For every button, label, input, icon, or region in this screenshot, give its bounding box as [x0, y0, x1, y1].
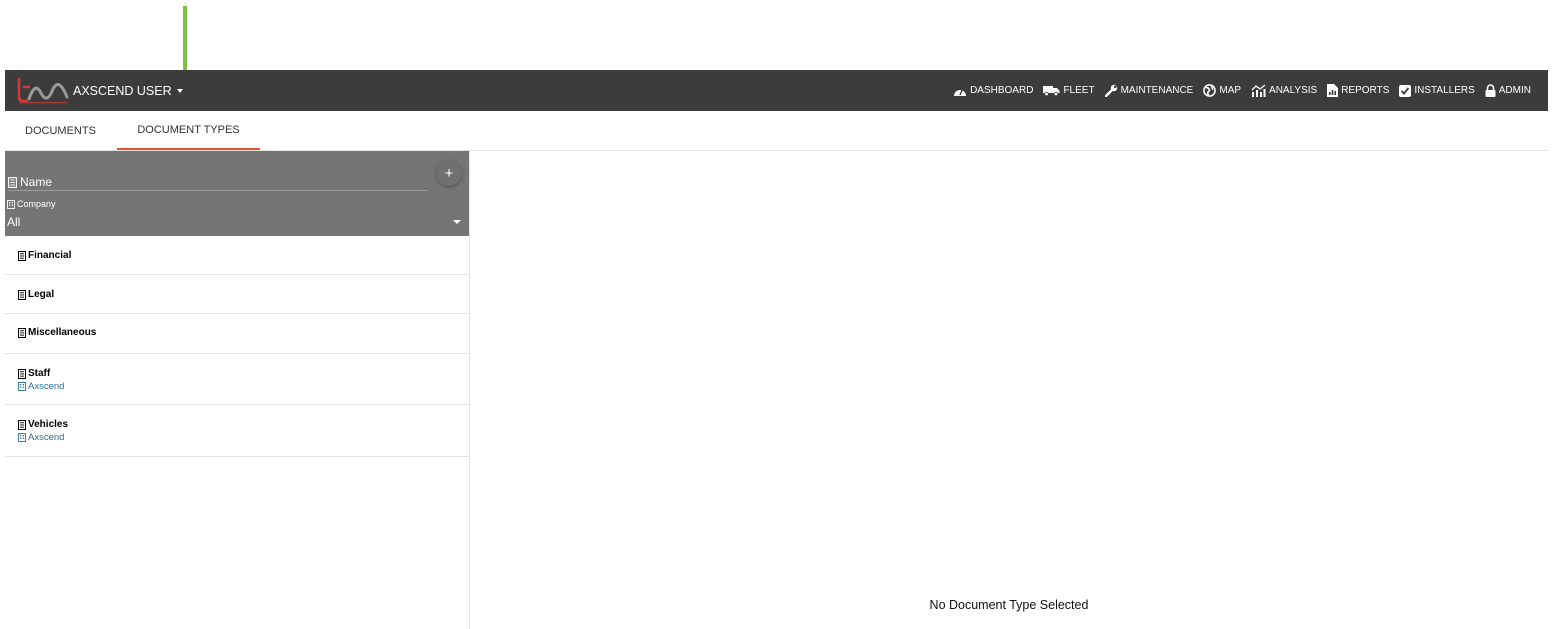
document-type-title-text: Financial [28, 250, 72, 261]
tab-document-types-label: DOCUMENT TYPES [137, 123, 240, 136]
document-type-company: Axscend [18, 432, 469, 443]
document-type-title: Staff [18, 368, 469, 379]
document-type-title: Financial [18, 250, 469, 261]
top-navigation-bar: AXSCEND USER DASHBOARD FLEET MAINTENANCE… [5, 70, 1548, 111]
building-icon [7, 199, 15, 209]
filter-panel: Name + Company All [5, 151, 469, 236]
document-icon [18, 327, 26, 338]
nav-dashboard[interactable]: DASHBOARD [953, 85, 1033, 97]
company-filter-label-text: Company [17, 199, 56, 209]
document-type-title-text: Miscellaneous [28, 327, 97, 338]
nav-admin[interactable]: ADMIN [1485, 84, 1531, 97]
document-icon [18, 289, 26, 300]
document-type-title: Vehicles [18, 419, 469, 430]
list-item[interactable]: Miscellaneous [5, 314, 469, 354]
name-filter-placeholder: Name [20, 175, 53, 189]
document-type-company-text: Axscend [28, 381, 65, 392]
name-filter-input[interactable]: Name [8, 174, 428, 191]
document-icon [18, 419, 26, 430]
report-icon [1327, 84, 1339, 97]
nav-installers-label: INSTALLERS [1414, 85, 1475, 96]
nav-map[interactable]: MAP [1203, 84, 1241, 97]
nav-analysis-label: ANALYSIS [1269, 85, 1318, 96]
document-icon [8, 176, 17, 188]
list-item[interactable]: Staff Axscend [5, 354, 469, 405]
document-icon [18, 250, 26, 261]
user-menu[interactable]: AXSCEND USER [73, 70, 183, 111]
document-type-title-text: Legal [28, 289, 55, 300]
company-filter-select[interactable]: All [7, 213, 465, 231]
main-nav: DASHBOARD FLEET MAINTENANCE MAP ANALYSIS… [943, 70, 1531, 111]
lock-icon [1485, 84, 1496, 97]
nav-analysis[interactable]: ANALYSIS [1251, 84, 1317, 97]
document-type-title: Miscellaneous [18, 327, 469, 338]
list-item[interactable]: Vehicles Axscend [5, 405, 469, 457]
list-item[interactable]: Financial [5, 236, 469, 275]
wrench-icon [1104, 84, 1117, 97]
nav-admin-label: ADMIN [1498, 85, 1531, 96]
tab-documents[interactable]: DOCUMENTS [5, 111, 116, 150]
company-filter-value: All [7, 215, 21, 229]
list-item[interactable]: Legal [5, 275, 469, 314]
empty-state-message: No Document Type Selected [929, 598, 1089, 612]
user-menu-label: AXSCEND USER [73, 83, 172, 98]
company-logo [17, 78, 69, 104]
document-type-company: Axscend [18, 381, 469, 392]
document-type-title-text: Vehicles [28, 419, 69, 430]
nav-dashboard-label: DASHBOARD [970, 85, 1034, 96]
document-type-company-text: Axscend [28, 432, 65, 443]
tab-document-types[interactable]: DOCUMENT TYPES [117, 111, 260, 150]
tab-documents-label: DOCUMENTS [25, 124, 96, 137]
company-filter-label: Company [7, 199, 56, 209]
nav-reports-label: REPORTS [1341, 85, 1390, 96]
checkbox-icon [1399, 84, 1412, 97]
document-icon [18, 368, 26, 379]
document-type-title-text: Staff [28, 368, 51, 379]
chevron-down-icon [453, 220, 461, 224]
add-document-type-button[interactable]: + [436, 160, 462, 186]
nav-maintenance-label: MAINTENANCE [1120, 85, 1194, 96]
document-type-detail: No Document Type Selected [470, 151, 1548, 629]
document-type-title: Legal [18, 289, 469, 300]
globe-icon [1203, 84, 1217, 97]
building-icon [18, 433, 26, 442]
dashboard-icon [954, 88, 967, 96]
chevron-down-icon [176, 88, 183, 93]
document-types-panel: Name + Company All Financial Legal Misce… [5, 151, 470, 629]
truck-icon [1043, 86, 1060, 96]
nav-maintenance[interactable]: MAINTENANCE [1104, 84, 1194, 97]
nav-map-label: MAP [1219, 85, 1242, 96]
analysis-icon [1251, 84, 1266, 97]
nav-fleet[interactable]: FLEET [1043, 85, 1095, 96]
nav-installers[interactable]: INSTALLERS [1399, 84, 1475, 97]
document-type-list: Financial Legal Miscellaneous Staff Axsc… [5, 236, 469, 457]
nav-fleet-label: FLEET [1063, 85, 1095, 96]
nav-reports[interactable]: REPORTS [1327, 84, 1389, 97]
tab-bar: DOCUMENTS DOCUMENT TYPES [5, 111, 1548, 151]
building-icon [18, 382, 26, 391]
